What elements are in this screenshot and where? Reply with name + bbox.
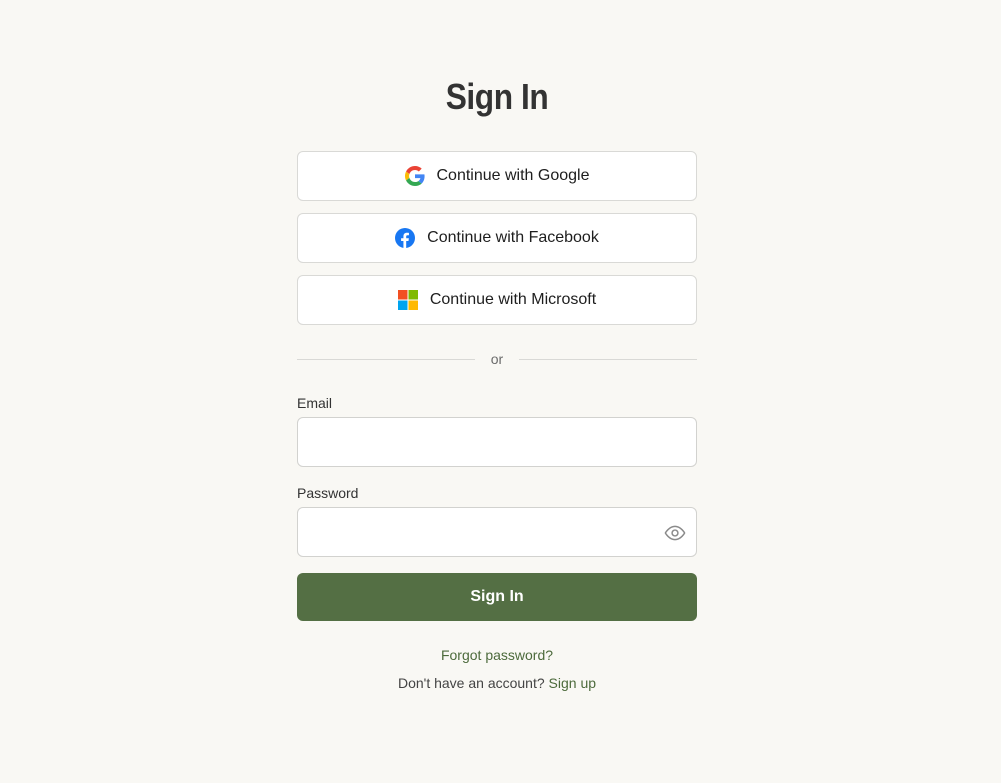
password-label: Password (297, 485, 359, 501)
no-account-text: Don't have an account? (397, 675, 545, 691)
sign-in-page: Sign In Continue with Google Continue wi… (0, 0, 1001, 783)
continue-with-google-button[interactable]: Continue with Google (297, 151, 697, 201)
password-field[interactable] (298, 508, 696, 556)
facebook-icon (395, 228, 416, 248)
forgot-password-link[interactable]: Forgot password? (441, 647, 553, 663)
continue-with-microsoft-button[interactable]: Continue with Microsoft (297, 275, 697, 325)
continue-with-facebook-button[interactable]: Continue with Facebook (297, 213, 697, 263)
email-label: Email (297, 395, 333, 411)
page-title: Sign In (445, 76, 549, 117)
divider-line-right (519, 358, 697, 360)
email-field[interactable] (298, 418, 696, 466)
signup-row: Don't have an account? Sign up (297, 675, 697, 691)
email-field-container (297, 417, 697, 467)
facebook-button-label: Continue with Facebook (427, 229, 599, 246)
google-button-label: Continue with Google (436, 167, 590, 184)
divider-line-left (297, 358, 475, 360)
google-icon (404, 166, 425, 186)
sign-in-button[interactable]: Sign In (297, 573, 697, 621)
forgot-password-row: Forgot password? (297, 647, 697, 663)
divider-text: or (490, 351, 504, 367)
sign-up-link[interactable]: Sign up (549, 675, 596, 691)
microsoft-icon (397, 290, 418, 310)
password-field-container (297, 507, 697, 557)
show-password-eye-icon[interactable] (664, 522, 686, 544)
microsoft-button-label: Continue with Microsoft (429, 291, 597, 308)
or-divider: or (297, 349, 697, 369)
